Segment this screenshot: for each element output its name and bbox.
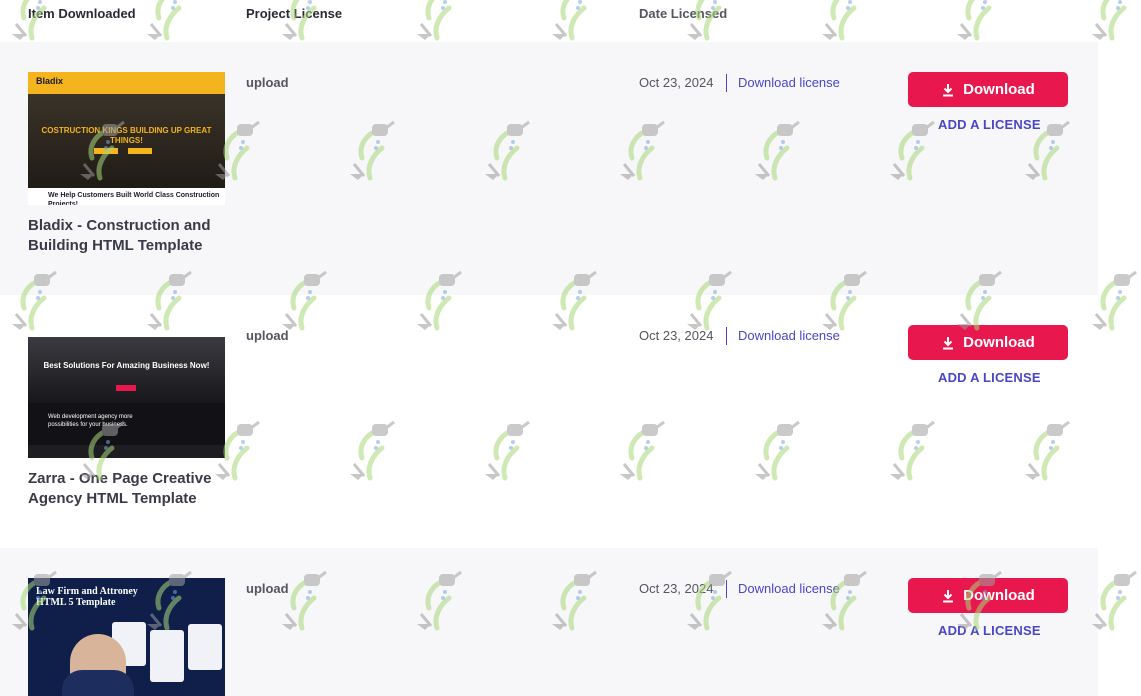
thumbnail-logo: Bladix	[36, 76, 64, 86]
date-licensed: Oct 23, 2024	[639, 328, 714, 343]
item-thumbnail[interactable]: Bladix COSTRUCTION KINGS BUILDING UP GRE…	[28, 72, 225, 205]
download-button[interactable]: Download	[908, 72, 1068, 107]
download-icon	[943, 336, 954, 349]
download-license-link[interactable]: Download license	[738, 328, 840, 343]
license-type: upload	[246, 75, 289, 90]
add-license-link[interactable]: ADD A LICENSE	[938, 370, 1041, 385]
thumbnail-caption: Web development agency more possibilitie…	[48, 414, 133, 428]
thumbnail-caption: We Help Customers Built World Class Cons…	[48, 192, 220, 205]
download-button-label: Download	[963, 81, 1035, 98]
item-title[interactable]: Bladix - Construction and Building HTML …	[28, 216, 233, 256]
download-button[interactable]: Download	[908, 325, 1068, 360]
download-button-label: Download	[963, 334, 1035, 351]
license-type: upload	[246, 328, 289, 343]
download-icon	[943, 589, 954, 602]
add-license-link[interactable]: ADD A LICENSE	[938, 623, 1041, 638]
add-license-link[interactable]: ADD A LICENSE	[938, 117, 1041, 132]
date-licensed: Oct 23, 2024	[639, 581, 714, 596]
item-thumbnail[interactable]: Best Solutions For Amazing Business Now!…	[28, 325, 225, 458]
download-license-link[interactable]: Download license	[738, 75, 840, 90]
separator	[726, 74, 727, 92]
item-thumbnail[interactable]: Law Firm and Attroney HTML 5 Template	[28, 578, 225, 696]
thumbnail-headline: Law Firm and Attroney HTML 5 Template	[36, 586, 138, 608]
thumbnail-headline: Best Solutions For Amazing Business Now!	[43, 361, 210, 370]
table-header: Item Downloaded Project License Date Lic…	[0, 0, 1098, 42]
thumbnail-headline: COSTRUCTION KINGS BUILDING UP GREAT THIN…	[41, 126, 212, 145]
download-icon	[943, 83, 954, 96]
table-row: Bladix COSTRUCTION KINGS BUILDING UP GRE…	[0, 42, 1098, 295]
header-item-downloaded: Item Downloaded	[28, 6, 136, 21]
separator	[726, 327, 727, 345]
download-button-label: Download	[963, 587, 1035, 604]
date-licensed: Oct 23, 2024	[639, 75, 714, 90]
license-type: upload	[246, 581, 289, 596]
item-title[interactable]: Zarra - One Page Creative Agency HTML Te…	[28, 469, 233, 509]
download-license-link[interactable]: Download license	[738, 581, 840, 596]
separator	[726, 580, 727, 598]
downloads-page: Item Downloaded Project License Date Lic…	[0, 0, 1141, 696]
table-row: Law Firm and Attroney HTML 5 Template up…	[0, 548, 1098, 696]
download-button[interactable]: Download	[908, 578, 1068, 613]
header-date-licensed: Date Licensed	[639, 6, 728, 21]
table-row: Best Solutions For Amazing Business Now!…	[0, 295, 1098, 548]
header-project-license: Project License	[246, 6, 343, 21]
